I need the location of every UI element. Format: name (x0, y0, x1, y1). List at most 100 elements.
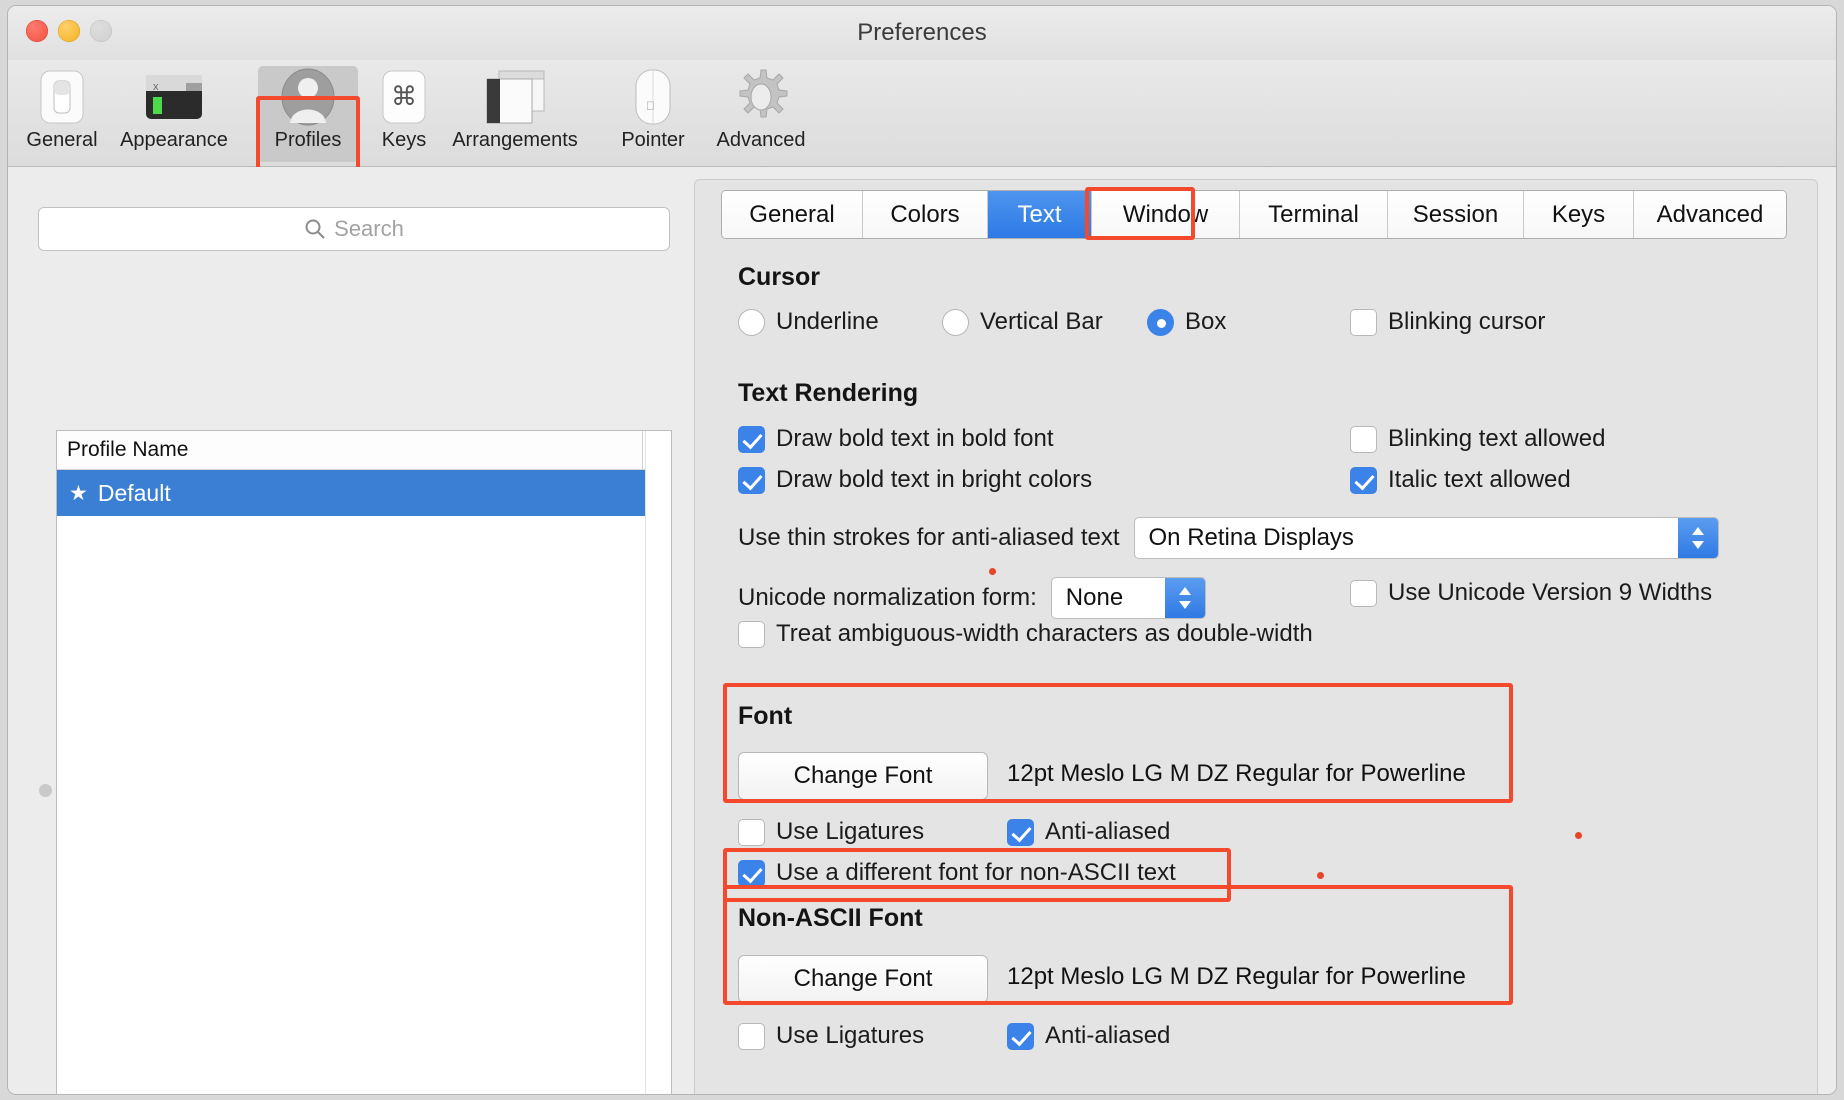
toolbar-item-label: General (26, 129, 98, 151)
radio-box[interactable] (1147, 308, 1174, 336)
tab-advanced[interactable]: Advanced (1634, 191, 1786, 238)
toolbar-item-keys[interactable]: ⌘ Keys (356, 66, 452, 162)
column-divider (642, 431, 643, 469)
checkbox-bold-in-bright-colors[interactable] (738, 466, 765, 494)
window-title: Preferences (857, 19, 987, 46)
toolbar-item-pointer[interactable]:  Pointer (598, 66, 708, 162)
advanced-gear-icon (732, 66, 790, 128)
checkbox-use-ligatures[interactable] (738, 818, 765, 846)
checkbox-blinking-text[interactable] (1350, 425, 1377, 453)
option-label: Draw bold text in bright colors (776, 466, 1093, 493)
search-placeholder: Search (334, 216, 404, 241)
blinking-cursor-option[interactable]: Blinking cursor (1350, 308, 1545, 336)
tab-colors[interactable]: Colors (863, 191, 988, 238)
radio-underline[interactable] (738, 308, 765, 336)
stepper-icon[interactable] (1677, 518, 1718, 558)
profile-name-cell: Default (97, 479, 171, 506)
pointer-mouse-icon:  (628, 66, 678, 128)
toolbar-item-appearance[interactable]: x Appearance (120, 66, 228, 162)
toolbar-item-label: Keys (381, 129, 427, 151)
svg-text:⌘: ⌘ (391, 81, 417, 111)
toolbar-item-label: Profiles (274, 129, 342, 151)
tab-keys[interactable]: Keys (1524, 191, 1634, 238)
settings-tab-bar: General Colors Text Window Terminal Sess… (721, 190, 1787, 239)
text-rendering-section-title: Text Rendering (738, 379, 919, 407)
split-pane-handle[interactable] (39, 784, 52, 797)
option-ambiguous-width[interactable]: Treat ambiguous-width characters as doub… (738, 620, 1313, 648)
preferences-window: Preferences General x Appearance Profile… (8, 6, 1836, 1094)
option-blinking-text[interactable]: Blinking text allowed (1350, 425, 1605, 453)
title-bar: Preferences (8, 6, 1836, 60)
unicode-normalization-popup[interactable]: None (1050, 577, 1206, 619)
option-font-ligatures[interactable]: Use Ligatures (738, 818, 924, 846)
option-non-ascii-antialiased[interactable]: Anti-aliased (1007, 1022, 1170, 1050)
change-font-button[interactable]: Change Font (738, 752, 988, 800)
checkbox-non-ascii-anti-aliased[interactable] (1007, 1022, 1034, 1050)
font-value: 12pt Meslo LG M DZ Regular for Powerline (1007, 760, 1466, 787)
change-non-ascii-font-button[interactable]: Change Font (738, 955, 988, 1003)
thin-strokes-popup[interactable]: On Retina Displays (1133, 517, 1719, 559)
stepper-icon[interactable] (1164, 578, 1205, 618)
column-header-profile-name[interactable]: Profile Name (57, 438, 188, 462)
keys-command-icon: ⌘ (381, 66, 427, 128)
option-unicode-v9-widths[interactable]: Use Unicode Version 9 Widths (1350, 579, 1712, 607)
option-label: Anti-aliased (1045, 818, 1171, 845)
cursor-option-box[interactable]: Box (1147, 308, 1226, 336)
checkbox-non-ascii-use-ligatures[interactable] (738, 1022, 765, 1050)
table-header-row: Profile Name (57, 431, 671, 470)
thin-strokes-label: Use thin strokes for anti-aliased text (738, 524, 1120, 551)
default-star-icon: ★ (69, 481, 88, 505)
toolbar-item-label: Appearance (120, 129, 228, 151)
radio-vertical-bar[interactable] (942, 308, 969, 336)
unicode-normalization-row: Unicode normalization form: None (738, 577, 1206, 619)
tab-general[interactable]: General (722, 191, 863, 238)
option-non-ascii-ligatures[interactable]: Use Ligatures (738, 1022, 924, 1050)
cursor-option-vertical-bar[interactable]: Vertical Bar (942, 308, 1103, 336)
appearance-terminal-icon: x (145, 66, 203, 128)
unicode-normalization-value: None (1065, 584, 1124, 611)
checkbox-anti-aliased[interactable] (1007, 818, 1034, 846)
blinking-cursor-label: Blinking cursor (1388, 308, 1546, 335)
font-section-title: Font (738, 702, 793, 730)
cursor-option-underline[interactable]: Underline (738, 308, 879, 336)
profiles-table: Profile Name ★ Default (56, 430, 672, 1094)
tab-session[interactable]: Session (1388, 191, 1524, 238)
svg-text:x: x (153, 81, 159, 93)
option-bold-in-bold-font[interactable]: Draw bold text in bold font (738, 425, 1054, 453)
annotation-dot (989, 568, 996, 575)
checkbox-bold-in-bold-font[interactable] (738, 425, 765, 453)
checkbox-ambiguous-width[interactable] (738, 620, 765, 648)
tab-text[interactable]: Text (988, 191, 1092, 238)
unicode-normalization-label: Unicode normalization form: (738, 584, 1037, 611)
thin-strokes-value: On Retina Displays (1148, 524, 1354, 551)
toolbar-item-general[interactable]: General (14, 66, 110, 162)
profile-settings-pane: General Colors Text Window Terminal Sess… (694, 179, 1818, 1094)
option-bold-in-bright-colors[interactable]: Draw bold text in bright colors (738, 466, 1092, 494)
option-label: Use Ligatures (776, 818, 925, 845)
profiles-sidebar: Search Profile Name ★ Default Tags > + − (8, 167, 683, 1094)
search-input[interactable]: Search (38, 207, 670, 251)
checkbox-blinking-cursor[interactable] (1350, 308, 1377, 336)
non-ascii-font-section-title: Non-ASCII Font (738, 904, 923, 932)
option-font-antialiased[interactable]: Anti-aliased (1007, 818, 1170, 846)
toolbar-item-profiles[interactable]: Profiles (258, 66, 358, 162)
annotation-dot (1575, 832, 1582, 839)
checkbox-unicode-v9-widths[interactable] (1350, 579, 1377, 607)
option-label: Anti-aliased (1045, 1022, 1171, 1049)
arrangements-windows-icon (485, 66, 545, 128)
checkbox-italic-text[interactable] (1350, 466, 1377, 494)
option-italic-text[interactable]: Italic text allowed (1350, 466, 1571, 494)
preferences-toolbar: General x Appearance Profiles ⌘ Keys Arr… (8, 60, 1836, 214)
search-icon (305, 219, 325, 239)
checkbox-different-font-non-ascii[interactable] (738, 859, 765, 887)
option-label: Use Ligatures (776, 1022, 925, 1049)
toolbar-item-advanced[interactable]: Advanced (696, 66, 826, 162)
toolbar-item-arrangements[interactable]: Arrangements (440, 66, 590, 162)
toolbar-item-label: Arrangements (452, 129, 578, 151)
tab-terminal[interactable]: Terminal (1240, 191, 1388, 238)
tab-window[interactable]: Window (1092, 191, 1240, 238)
option-non-ascii-font-toggle[interactable]: Use a different font for non-ASCII text (738, 859, 1176, 887)
table-scroll-column (645, 431, 671, 1094)
table-row[interactable]: ★ Default (57, 470, 646, 516)
thin-strokes-row: Use thin strokes for anti-aliased text O… (738, 517, 1719, 559)
